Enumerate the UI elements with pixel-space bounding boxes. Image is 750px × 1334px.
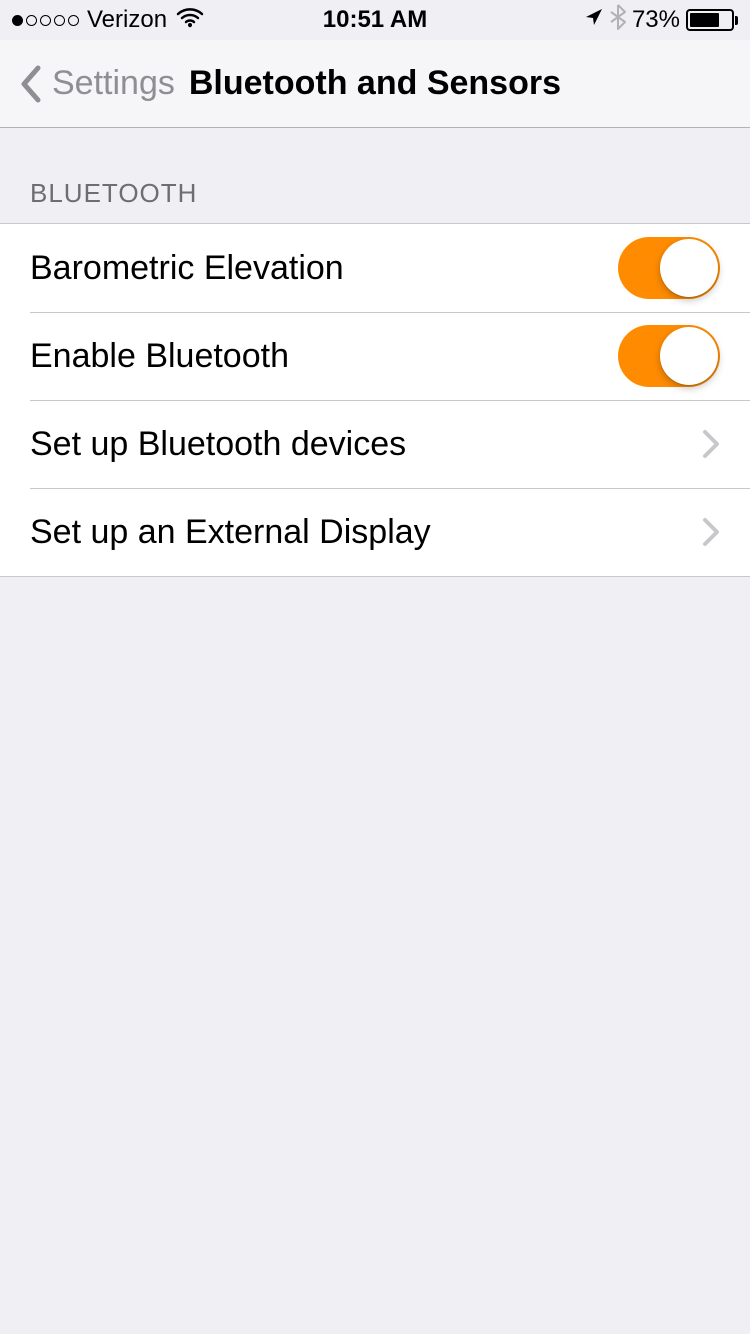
status-bar: Verizon 10:51 AM 73% [0,0,750,40]
row-label: Set up an External Display [30,513,431,552]
barometric-elevation-toggle[interactable] [618,237,720,299]
section-header-bluetooth: Bluetooth [0,128,750,223]
status-right: 73% [584,4,738,37]
status-time: 10:51 AM [323,6,427,34]
chevron-left-icon [18,64,44,104]
row-label: Enable Bluetooth [30,337,289,376]
back-button[interactable]: Settings [18,64,189,104]
row-label: Barometric Elevation [30,249,344,288]
nav-bar: Settings Bluetooth and Sensors [0,40,750,128]
cellular-signal-icon [12,15,79,26]
chevron-right-icon [702,429,720,459]
battery-icon [686,9,738,31]
page-title: Bluetooth and Sensors [189,64,561,103]
battery-percent: 73% [632,6,680,34]
bluetooth-icon [610,4,626,37]
row-setup-external-display[interactable]: Set up an External Display [0,488,750,576]
row-enable-bluetooth: Enable Bluetooth [0,312,750,400]
wifi-icon [175,6,205,35]
chevron-right-icon [702,517,720,547]
location-icon [584,6,604,34]
enable-bluetooth-toggle[interactable] [618,325,720,387]
row-barometric-elevation: Barometric Elevation [0,224,750,312]
back-label: Settings [52,64,175,103]
settings-group: Barometric Elevation Enable Bluetooth Se… [0,223,750,577]
row-setup-bluetooth-devices[interactable]: Set up Bluetooth devices [0,400,750,488]
row-label: Set up Bluetooth devices [30,425,406,464]
switch-knob [660,327,718,385]
status-left: Verizon [12,6,205,35]
switch-knob [660,239,718,297]
carrier-label: Verizon [87,6,167,34]
